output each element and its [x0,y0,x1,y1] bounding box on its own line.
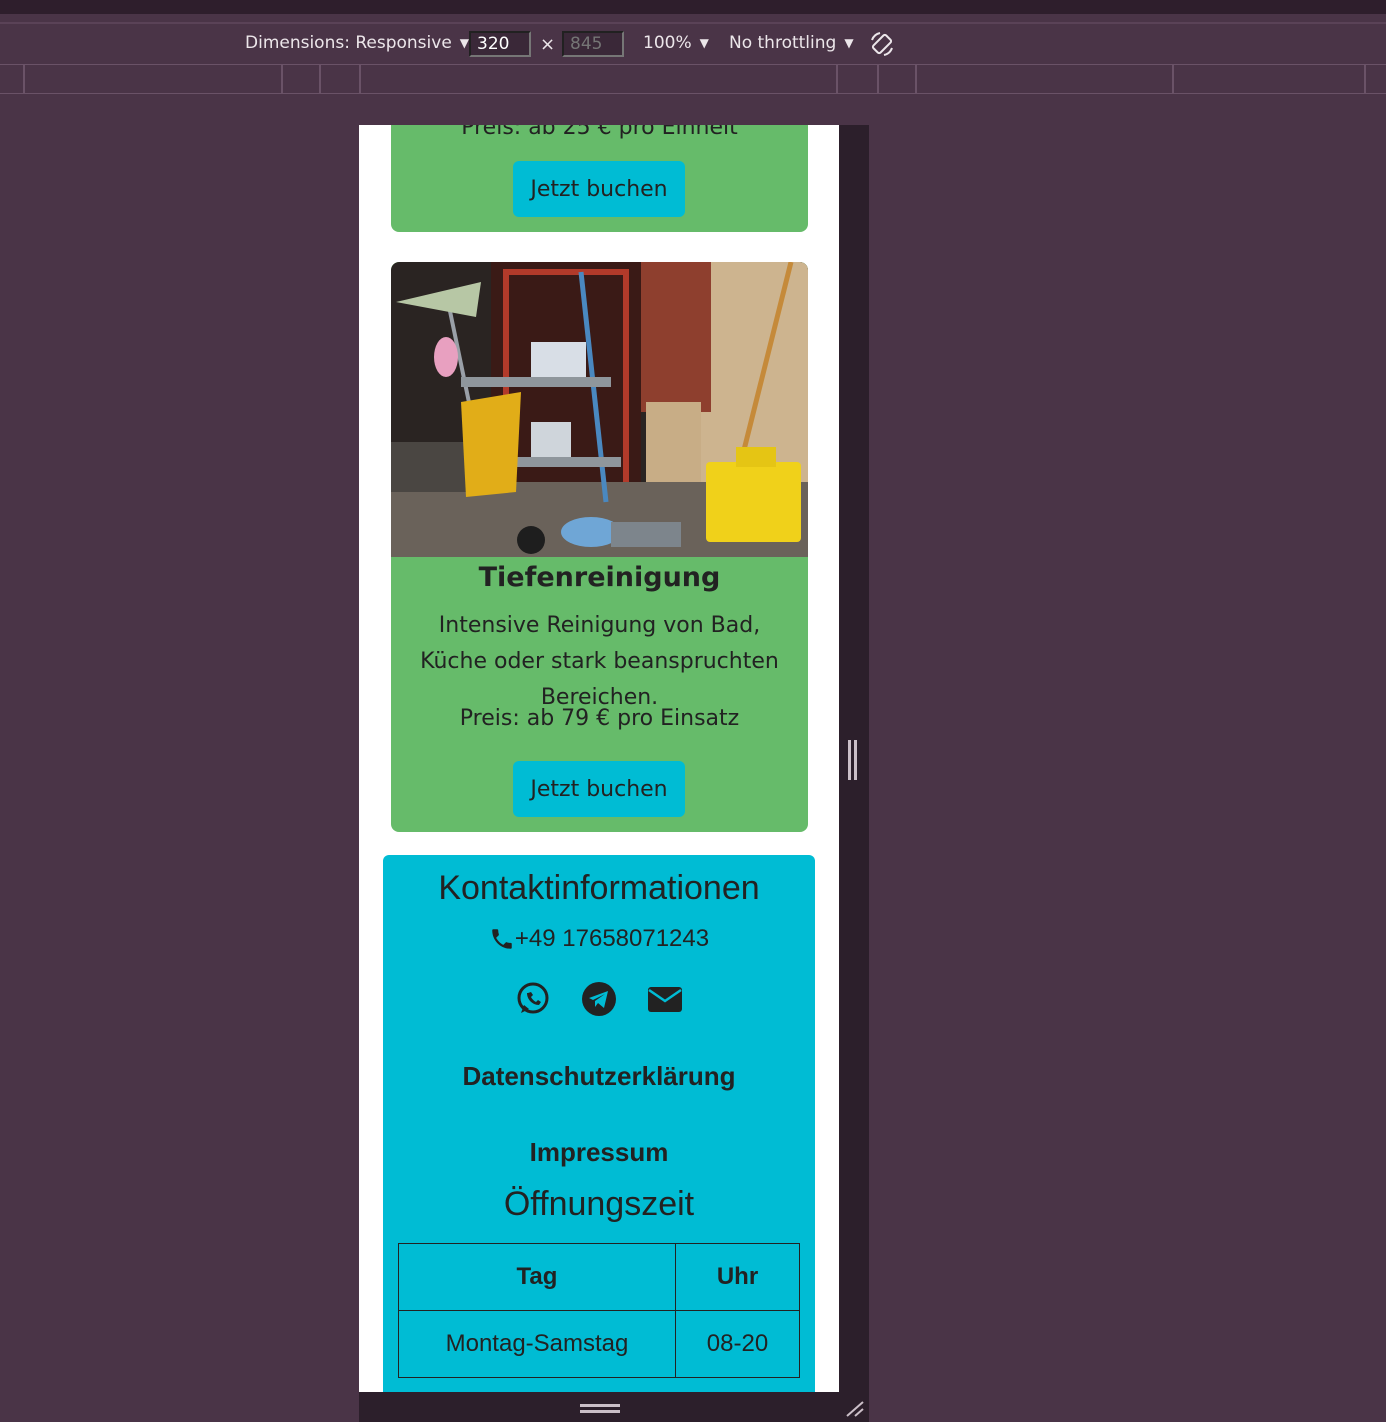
resize-handle-bottom[interactable] [580,1404,620,1414]
whatsapp-icon[interactable] [515,981,551,1017]
device-toolbar: Dimensions: Responsive ▼ × 100% ▼ No thr… [0,24,1386,64]
table-header-day: Tag [398,1243,676,1311]
chevron-down-icon: ▼ [844,36,854,50]
ruler-segment[interactable] [836,65,838,93]
devtools-top-strip [0,0,1386,14]
dimensions-label: Dimensions: Responsive [245,33,452,53]
card-price: Preis: ab 25 € pro Einheit [461,125,738,140]
ruler-segment[interactable] [915,65,917,93]
table-cell-time: 08-20 [675,1310,800,1378]
rotate-icon[interactable] [868,30,896,58]
ruler-segment[interactable] [877,65,879,93]
cleaning-cart-image [391,262,808,557]
chevron-down-icon: ▼ [699,36,709,50]
card-description: Intensive Reinigung von Bad, Küche oder … [420,613,779,710]
ruler-segment[interactable] [359,65,361,93]
contact-section: Kontaktinformationen +49 17658071243 Dat… [383,855,815,1392]
cleaning-cart-photo [391,262,808,557]
opening-hours-table: Tag Uhr Montag-Samstag 08-20 [398,1243,800,1378]
privacy-link[interactable]: Datenschutzerklärung [383,1061,815,1092]
card-title: Tiefenreinigung [478,562,721,593]
throttling-label: No throttling [729,33,837,53]
telegram-icon[interactable] [581,981,617,1017]
social-links [383,981,815,1017]
ruler-segment[interactable] [319,65,321,93]
phone-number: +49 17658071243 [514,925,710,952]
card-price: Preis: ab 79 € pro Einsatz [459,706,740,731]
ruler-segment[interactable] [1172,65,1174,93]
height-input[interactable] [562,31,624,57]
times-icon: × [540,34,556,55]
ruler-segment[interactable] [1364,65,1366,93]
ruler-segment[interactable] [23,65,25,93]
table-header-row: Tag Uhr [398,1243,800,1311]
resize-corner-icon[interactable] [843,1398,865,1418]
zoom-dropdown[interactable]: 100% ▼ [643,33,709,53]
email-icon[interactable] [647,981,683,1017]
book-now-button[interactable]: Jetzt buchen [513,761,685,817]
table-cell-day: Montag-Samstag [398,1310,676,1378]
opening-hours-title: Öffnungszeit [503,1185,695,1223]
resize-handle-right[interactable] [848,740,858,780]
dimensions-dropdown[interactable]: Dimensions: Responsive ▼ [245,33,469,53]
service-card-tiefenreinigung: Tiefenreinigung Intensive Reinigung von … [391,262,808,832]
ruler-segment[interactable] [281,65,283,93]
contact-title: Kontaktinformationen [438,869,760,907]
device-viewport: Preis: ab 25 € pro Einheit Jetzt buchen [359,125,839,1392]
imprint-link[interactable]: Impressum [383,1137,815,1168]
table-row: Montag-Samstag 08-20 [398,1310,800,1378]
chevron-down-icon: ▼ [459,36,470,50]
book-now-button[interactable]: Jetzt buchen [513,161,685,217]
phone-link[interactable]: +49 17658071243 [383,925,815,953]
service-card-previous: Preis: ab 25 € pro Einheit Jetzt buchen [391,125,808,232]
width-input[interactable] [469,31,531,57]
throttling-dropdown[interactable]: No throttling ▼ [729,33,854,53]
media-query-ruler [0,64,1386,94]
zoom-label: 100% [643,33,692,53]
table-header-time: Uhr [675,1243,800,1311]
phone-icon [492,929,512,949]
